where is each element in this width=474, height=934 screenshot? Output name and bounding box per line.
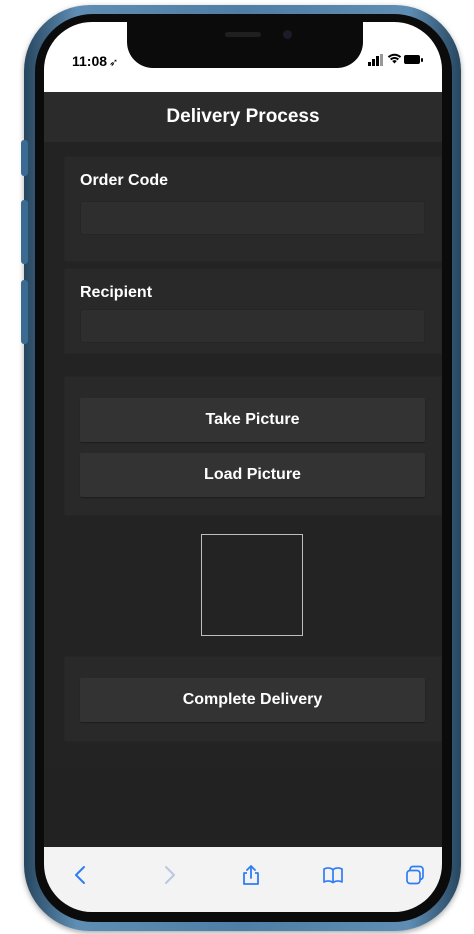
status-icons: [368, 52, 423, 68]
front-camera: [283, 30, 292, 39]
complete-delivery-button[interactable]: Complete Delivery: [80, 678, 425, 722]
status-bar: 11:08 ➶: [44, 22, 442, 92]
volume-down-button: [21, 280, 28, 344]
share-icon[interactable]: [236, 861, 266, 891]
location-icon: ➶: [109, 57, 119, 69]
recipient-label: Recipient: [80, 284, 153, 301]
forward-icon[interactable]: [154, 861, 184, 891]
speaker-grille: [225, 32, 261, 37]
complete-delivery-card: Complete Delivery: [64, 656, 442, 742]
order-code-input[interactable]: [80, 201, 425, 235]
battery-icon: [404, 55, 423, 64]
app-content: Order Code Recipient Take Picture Load P…: [44, 142, 442, 767]
recipient-input[interactable]: [80, 309, 425, 343]
order-code-label: Order Code: [80, 172, 169, 189]
volume-up-button: [21, 200, 28, 264]
clock: 11:08: [72, 53, 108, 69]
wifi-icon: [387, 52, 402, 66]
notch: [127, 22, 363, 68]
order-code-card: Order Code: [64, 156, 442, 262]
picture-actions-card: Take Picture Load Picture: [64, 376, 442, 516]
browser-toolbar: [44, 847, 442, 912]
load-picture-button[interactable]: Load Picture: [80, 453, 425, 497]
back-icon[interactable]: [66, 861, 96, 891]
mute-switch: [21, 140, 28, 176]
photo-preview: [201, 534, 303, 636]
page-title: Delivery Process: [44, 92, 442, 142]
take-picture-button[interactable]: Take Picture: [80, 398, 425, 442]
device-screen: 11:08 ➶ Delivery Process Order Code Recip…: [44, 22, 442, 912]
tabs-icon[interactable]: [400, 861, 430, 891]
status-time: 11:08 ➶: [72, 53, 118, 69]
recipient-card: Recipient: [64, 268, 442, 354]
cellular-signal-icon: [368, 54, 384, 66]
bookmarks-icon[interactable]: [318, 861, 348, 891]
